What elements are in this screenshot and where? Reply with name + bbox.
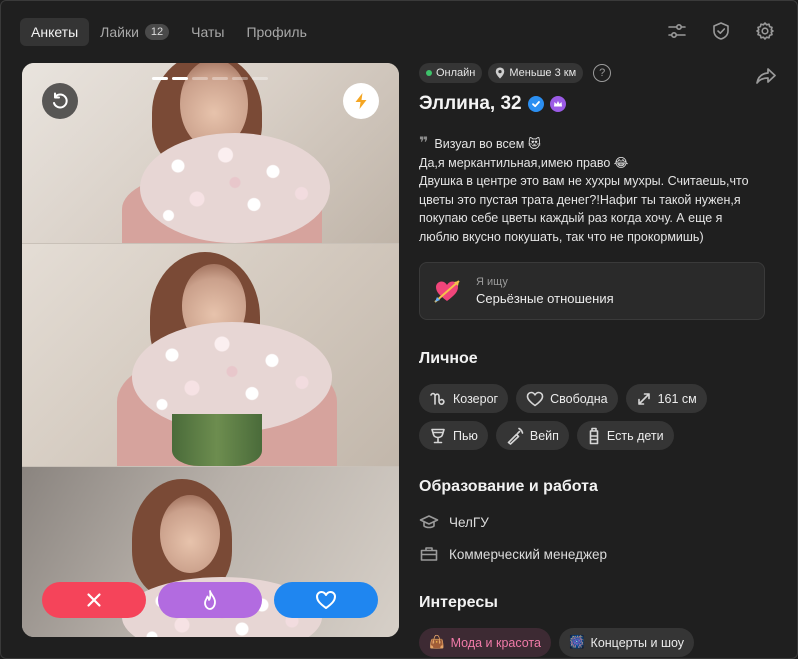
personal-section-title: Личное: [419, 350, 478, 367]
share-button[interactable]: [753, 63, 779, 89]
tag-label: Вейп: [529, 428, 559, 443]
dislike-button[interactable]: [42, 582, 146, 618]
online-status-badge: Онлайн: [419, 63, 483, 83]
education-list: ЧелГУ Коммерческий менеджер: [419, 512, 779, 564]
interest-fashion: 👜 Мода и красота: [419, 628, 551, 657]
tag-label: Козерог: [453, 391, 499, 406]
help-icon[interactable]: ?: [593, 64, 612, 82]
photo-progress: [152, 77, 268, 80]
interest-tags: 👜 Мода и красота 🎆 Концерты и шоу: [419, 628, 769, 657]
tag-relationship: Свободна: [516, 384, 618, 413]
bio-line: покупаю себе цветы каждый раз когда хочу…: [419, 211, 723, 225]
interest-concerts: 🎆 Концерты и шоу: [558, 628, 695, 657]
tab-likes[interactable]: Лайки 12: [89, 18, 180, 46]
main-tabs: Анкеты Лайки 12 Чаты Профиль: [20, 18, 318, 46]
tab-label: Чаты: [191, 24, 225, 40]
tag-label: Мода и красота: [450, 635, 541, 650]
tag-label: Есть дети: [606, 428, 664, 443]
name-row: Эллина, 32: [419, 93, 779, 115]
shield-check-icon[interactable]: [709, 19, 733, 43]
verified-check-icon: [527, 96, 544, 112]
fireworks-icon: 🎆: [568, 635, 585, 649]
tag-label: 161 см: [657, 391, 697, 406]
tag-label: Концерты и шоу: [590, 635, 685, 650]
photo-segment: [22, 63, 399, 263]
glass-icon: [431, 428, 445, 443]
superlike-fire-icon: [204, 590, 216, 610]
rewind-icon: [53, 92, 68, 109]
education-item: ЧелГУ: [419, 512, 779, 532]
tab-label: Анкеты: [31, 24, 79, 40]
top-navigation: Анкеты Лайки 12 Чаты Профиль: [1, 1, 797, 61]
top-actions: [665, 19, 777, 43]
interests-section-title: Интересы: [419, 594, 498, 611]
looking-for-card: Я ищу Серьёзные отношения: [419, 262, 765, 320]
work-item: Коммерческий менеджер: [419, 544, 779, 564]
bio-line: Визуал во всем 😻: [434, 137, 541, 151]
superlike-button[interactable]: [158, 582, 262, 618]
heart-outline-icon: [526, 391, 544, 406]
tab-label: Профиль: [246, 24, 307, 40]
tab-profile[interactable]: Профиль: [235, 18, 317, 46]
photo-segment: [22, 244, 399, 474]
tag-height: 161 см: [625, 384, 707, 413]
profile-bio: ❞ Визуал во всем 😻 Да,я меркантильная,име…: [419, 135, 779, 246]
boost-button[interactable]: [343, 83, 379, 119]
tab-label: Лайки: [100, 24, 139, 40]
profile-photo[interactable]: [22, 63, 399, 637]
app-window: Анкеты Лайки 12 Чаты Профиль Онлайн Мень…: [0, 0, 798, 659]
lightning-icon: [355, 93, 367, 109]
tab-profiles[interactable]: Анкеты: [20, 18, 90, 46]
tag-label: Свободна: [550, 391, 608, 406]
share-arrow-icon: [756, 68, 776, 84]
tag-smoking: Вейп: [495, 421, 569, 450]
bio-line: Да,я меркантильная,имею право 😂: [419, 155, 629, 170]
graduation-cap-icon: [419, 515, 439, 529]
distance-badge: Меньше 3 км: [488, 63, 584, 83]
online-dot-icon: [426, 70, 432, 76]
education-section-title: Образование и работа: [419, 478, 598, 495]
settings-gear-icon[interactable]: [753, 19, 777, 43]
like-heart-icon: [316, 591, 336, 609]
like-button[interactable]: [274, 582, 378, 618]
vape-icon: [507, 427, 524, 445]
quote-icon: ❞: [419, 135, 429, 152]
heart-arrow-icon: [432, 276, 462, 306]
baby-bottle-icon: [589, 427, 599, 444]
online-label: Онлайн: [436, 67, 476, 79]
status-row: Онлайн Меньше 3 км ?: [419, 63, 779, 83]
briefcase-icon: [420, 547, 438, 561]
height-arrows-icon: [637, 392, 650, 405]
tag-drinking: Пью: [419, 421, 488, 450]
work-label: Коммерческий менеджер: [449, 546, 608, 562]
profile-name: Эллина, 32: [419, 93, 522, 114]
bio-line: люблю вкусно покушать, так что не прокор…: [419, 229, 704, 244]
filters-icon[interactable]: [665, 19, 689, 43]
swipe-actions: [42, 582, 378, 618]
profile-info: Онлайн Меньше 3 км ? Эллина, 32 ❞ Визуал…: [419, 63, 779, 657]
education-label: ЧелГУ: [449, 514, 489, 530]
personal-tags: Козерог Свободна 161 см Пью Вейп Есть де…: [419, 384, 769, 450]
looking-for-label: Я ищу: [476, 276, 508, 288]
tag-zodiac: Козерог: [419, 384, 509, 413]
tab-chats[interactable]: Чаты: [180, 18, 235, 46]
handbag-icon: 👜: [429, 635, 445, 649]
rewind-button[interactable]: [42, 83, 78, 119]
looking-for-value: Серьёзные отношения: [476, 291, 614, 306]
capricorn-icon: [430, 392, 445, 405]
bio-line: Двушка в центре это вам не хухры мухры. …: [419, 174, 749, 188]
location-pin-icon: [496, 67, 505, 79]
likes-count-badge: 12: [144, 24, 170, 40]
bio-line: цветы это пустая трата денег?!Нафиг ты т…: [419, 192, 741, 207]
tag-label: Пью: [453, 428, 478, 443]
distance-label: Меньше 3 км: [509, 67, 577, 79]
tag-children: Есть дети: [576, 421, 674, 450]
premium-crown-icon: [549, 96, 566, 112]
dislike-cross-icon: [87, 593, 101, 607]
